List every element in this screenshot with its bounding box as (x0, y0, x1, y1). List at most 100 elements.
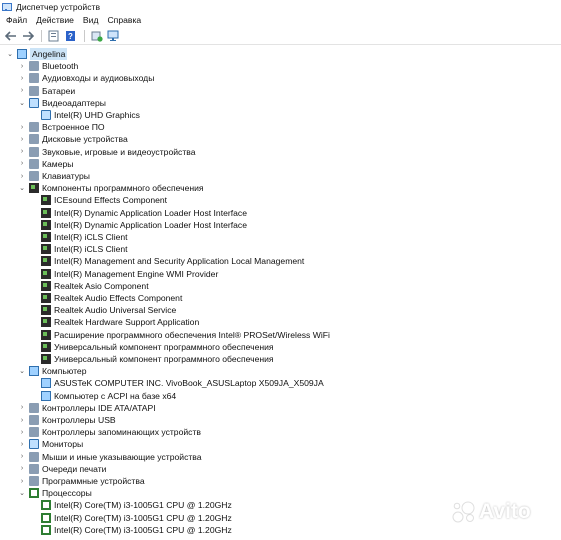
device-item[interactable]: Intel(R) iCLS Client (30, 243, 128, 255)
toolbar-separator (41, 30, 42, 42)
device-item[interactable]: Intel(R) iCLS Client (30, 231, 128, 243)
device-category[interactable]: ⌄ Компоненты программного обеспечения (18, 182, 204, 194)
chevron-right-icon[interactable]: › (18, 426, 26, 438)
device-category[interactable]: › Звуковые, игровые и видеоустройства (18, 146, 196, 158)
device-category[interactable]: › Контроллеры USB (18, 414, 116, 426)
device-label: ASUSTeK COMPUTER INC. VivoBook_ASUSLapto… (54, 378, 324, 389)
device-item[interactable]: Компьютер с ACPI на базе x64 (30, 390, 176, 402)
device-item[interactable]: ICEsound Effects Component (30, 194, 167, 206)
software-component-icon (41, 305, 51, 316)
device-item[interactable]: Realtek Audio Effects Component (30, 292, 182, 304)
device-item[interactable]: Intel(R) UHD Graphics (30, 109, 140, 121)
device-item[interactable]: Realtek Audio Universal Service (30, 304, 176, 316)
device-item[interactable]: Расширение программного обеспечения Inte… (30, 329, 330, 341)
chevron-right-icon[interactable]: › (18, 170, 26, 182)
device-category[interactable]: › Дисковые устройства (18, 133, 128, 145)
chevron-down-icon[interactable]: ⌄ (18, 365, 26, 377)
svg-text:?: ? (68, 32, 73, 41)
avito-logo-icon (452, 501, 475, 523)
properties-icon[interactable] (46, 29, 61, 44)
device-item[interactable]: Универсальный компонент программного обе… (30, 341, 274, 353)
device-category[interactable]: › Мыши и иные указывающие устройства (18, 451, 202, 463)
chevron-right-icon[interactable]: › (18, 133, 26, 145)
device-item[interactable]: Intel(R) Core(TM) i3-1005G1 CPU @ 1.20GH… (30, 499, 232, 511)
device-item[interactable]: Intel(R) Dynamic Application Loader Host… (30, 207, 247, 219)
device-category[interactable]: › Контроллеры запоминающих устройств (18, 426, 201, 438)
device-item[interactable]: Intel(R) Management Engine WMI Provider (30, 268, 218, 280)
chevron-down-icon[interactable]: ⌄ (18, 182, 26, 194)
device-item[interactable]: Realtek Asio Component (30, 280, 149, 292)
device-label: Intel(R) UHD Graphics (54, 110, 140, 120)
chevron-right-icon[interactable]: › (18, 158, 26, 170)
device-label: Дисковые устройства (42, 134, 128, 145)
chevron-right-icon[interactable]: › (18, 72, 26, 84)
device-label: Универсальный компонент программного обе… (54, 341, 274, 352)
storage-controller-icon (29, 427, 39, 438)
device-category[interactable]: › Аудиовходы и аудиовыходы (18, 72, 154, 84)
device-category[interactable]: › Встроенное ПО (18, 121, 105, 133)
menu-action[interactable]: Действие (31, 15, 78, 25)
device-label: Компьютер с ACPI на базе x64 (54, 390, 177, 401)
device-item[interactable]: Intel(R) Core(TM) i3-1005G1 CPU @ 1.20GH… (30, 524, 232, 536)
device-label: ICEsound Effects Component (54, 195, 168, 206)
keyboard-icon (29, 171, 39, 181)
chevron-right-icon[interactable]: › (18, 60, 26, 72)
update-driver-icon[interactable] (89, 29, 104, 44)
help-icon[interactable]: ? (63, 29, 78, 44)
menu-help[interactable]: Справка (102, 15, 145, 25)
chevron-down-icon[interactable]: ⌄ (18, 487, 26, 499)
device-item[interactable]: ASUSTeK COMPUTER INC. VivoBook_ASUSLapto… (30, 377, 324, 389)
chevron-down-icon[interactable]: ⌄ (6, 48, 14, 60)
device-category[interactable]: ⌄ Процессоры (18, 487, 92, 499)
chevron-right-icon[interactable]: › (18, 438, 26, 450)
chevron-right-icon[interactable]: › (18, 414, 26, 426)
device-label: Angelina (30, 48, 68, 60)
device-label: Intel(R) Management and Security Applica… (54, 256, 305, 267)
menu-bar: Файл Действие Вид Справка (0, 13, 561, 27)
chevron-right-icon[interactable]: › (18, 463, 26, 475)
device-label: Компьютер (42, 366, 87, 377)
device-category[interactable]: ⌄ Видеоадаптеры (18, 97, 106, 109)
device-label: Очереди печати (42, 463, 107, 474)
device-item[interactable]: Realtek Hardware Support Application (30, 316, 199, 328)
device-category[interactable]: › Очереди печати (18, 463, 106, 475)
device-category[interactable]: › Батареи (18, 85, 75, 97)
device-item[interactable]: Intel(R) Core(TM) i3-1005G1 CPU @ 1.20GH… (30, 512, 232, 524)
scan-hardware-icon[interactable] (106, 29, 121, 44)
mouse-icon (29, 451, 39, 462)
device-label: Realtek Audio Effects Component (54, 293, 183, 303)
device-category[interactable]: › Мониторы (18, 438, 83, 450)
device-label: Realtek Audio Universal Service (54, 305, 177, 316)
device-category[interactable]: ⌄ Angelina (6, 48, 68, 60)
chevron-right-icon[interactable]: › (18, 121, 26, 133)
device-item[interactable]: Intel(R) Dynamic Application Loader Host… (30, 219, 247, 231)
device-category[interactable]: › Камеры (18, 158, 73, 170)
device-category[interactable]: › Bluetooth (18, 60, 78, 72)
software-component-icon (41, 244, 51, 255)
chevron-right-icon[interactable]: › (18, 146, 26, 158)
forward-arrow-icon[interactable] (20, 29, 35, 44)
chevron-down-icon[interactable]: ⌄ (18, 97, 26, 109)
chevron-right-icon[interactable]: › (18, 451, 26, 463)
software-component-icon (41, 293, 51, 303)
device-category[interactable]: ⌄ Компьютер (18, 365, 86, 377)
device-category[interactable]: › Программные устройства (18, 475, 145, 487)
device-category[interactable]: › Контроллеры IDE ATA/ATAPI (18, 402, 156, 414)
menu-file[interactable]: Файл (0, 15, 31, 25)
chevron-right-icon[interactable]: › (18, 475, 26, 487)
device-tree: ⌄ Angelina › Bluetooth › Аудиовходы и аудиовы… (0, 48, 561, 540)
chevron-right-icon[interactable]: › (18, 85, 26, 97)
device-item[interactable]: Intel(R) Management and Security Applica… (30, 255, 304, 267)
menu-view[interactable]: Вид (78, 15, 103, 25)
device-item[interactable]: Универсальный компонент программного обе… (30, 353, 274, 365)
chevron-right-icon[interactable]: › (18, 402, 26, 414)
device-category[interactable]: › Клавиатуры (18, 170, 90, 182)
back-arrow-icon[interactable] (3, 29, 18, 44)
